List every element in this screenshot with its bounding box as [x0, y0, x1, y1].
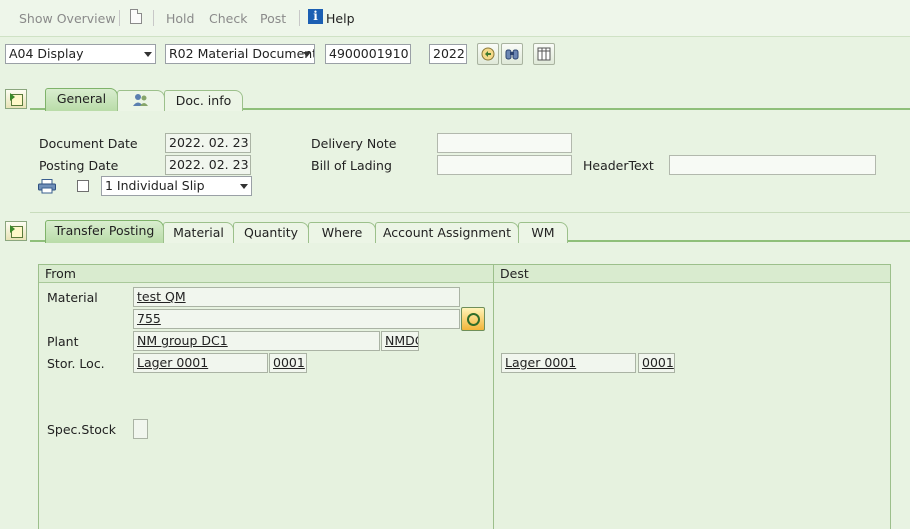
print-version-select[interactable]: 1 Individual Slip	[101, 176, 252, 196]
dest-section-title: Dest	[494, 265, 890, 283]
item-overview-button[interactable]	[533, 43, 555, 65]
dest-storage-location-code-value: 0001	[642, 355, 674, 370]
year-field[interactable]: 2022	[429, 44, 467, 64]
posting-date-value: 2022. 02. 23	[169, 157, 249, 172]
people-icon	[133, 94, 148, 106]
reference-select-value: R02 Material Document	[169, 46, 315, 61]
bill-of-lading-label: Bill of Lading	[311, 158, 392, 173]
document-date-label: Document Date	[39, 136, 138, 151]
tab-material[interactable]: Material	[163, 222, 234, 243]
plant-code-value: NMDC	[385, 333, 418, 348]
application-toolbar: Show Overview Hold Check Post i Help	[0, 0, 910, 37]
bill-of-lading-field[interactable]	[437, 155, 572, 175]
toolbar-separator	[299, 10, 300, 26]
material-label: Material	[47, 290, 98, 305]
special-stock-field[interactable]	[133, 419, 148, 439]
chevron-down-icon	[303, 52, 311, 57]
tab-general[interactable]: General	[45, 88, 118, 111]
check-button[interactable]: Check	[209, 11, 247, 26]
action-select[interactable]: A04 Display	[5, 44, 156, 64]
tab-doc-info[interactable]: Doc. info	[164, 90, 243, 111]
binoculars-icon	[505, 49, 519, 60]
year-value: 2022	[433, 46, 465, 61]
new-document-icon[interactable]	[130, 9, 142, 24]
print-version-value: 1 Individual Slip	[105, 178, 205, 193]
action-select-value: A04 Display	[9, 46, 84, 61]
show-overview-button[interactable]: Show Overview	[19, 11, 116, 26]
post-button[interactable]: Post	[260, 11, 286, 26]
dest-storage-location-code-field[interactable]: 0001	[638, 353, 675, 373]
collapse-item-pin-icon[interactable]	[5, 221, 27, 241]
material-number-value: 755	[137, 311, 161, 326]
from-section-title: From	[39, 265, 493, 283]
from-storage-location-code-field[interactable]: 0001	[269, 353, 307, 373]
dest-storage-location-name-value: Lager 0001	[505, 355, 577, 370]
dest-section	[493, 264, 891, 529]
printer-icon[interactable]	[38, 179, 56, 194]
header-text-field[interactable]	[669, 155, 876, 175]
special-stock-label: Spec.Stock	[47, 422, 117, 437]
posting-date-label: Posting Date	[39, 158, 119, 173]
header-panel-divider	[30, 212, 910, 213]
material-description-value: test QM	[137, 289, 186, 304]
tab-wm[interactable]: WM	[518, 222, 568, 243]
material-description-field[interactable]: test QM	[133, 287, 460, 307]
execute-button[interactable]	[477, 43, 499, 65]
from-storage-location-code-value: 0001	[273, 355, 305, 370]
tab-where[interactable]: Where	[308, 222, 376, 243]
plant-label: Plant	[47, 334, 79, 349]
plant-name-value: NM group DC1	[137, 333, 228, 348]
posting-date-field[interactable]: 2022. 02. 23	[165, 155, 251, 175]
chevron-down-icon	[144, 52, 152, 57]
delivery-note-field[interactable]	[437, 133, 572, 153]
execute-icon	[481, 47, 495, 61]
reference-select[interactable]: R02 Material Document	[165, 44, 315, 64]
plant-name-field[interactable]: NM group DC1	[133, 331, 380, 351]
document-date-field[interactable]: 2022. 02. 23	[165, 133, 251, 153]
table-icon	[537, 47, 551, 61]
tab-account-assignment[interactable]: Account Assignment	[375, 222, 519, 243]
collapse-header-pin-icon[interactable]	[5, 89, 27, 109]
document-number-field[interactable]: 4900001910	[325, 44, 411, 64]
delivery-note-label: Delivery Note	[311, 136, 397, 151]
hold-button[interactable]: Hold	[166, 11, 194, 26]
from-storage-location-name-value: Lager 0001	[137, 355, 209, 370]
chevron-down-icon	[240, 184, 248, 189]
header-text-label: HeaderText	[583, 158, 654, 173]
storage-location-label: Stor. Loc.	[47, 356, 105, 371]
tab-transfer-posting[interactable]: Transfer Posting	[45, 220, 164, 243]
info-icon[interactable]: i	[308, 9, 323, 24]
material-number-field[interactable]: 755	[133, 309, 460, 329]
tab-partner[interactable]	[117, 90, 165, 111]
dest-storage-location-name-field[interactable]: Lager 0001	[501, 353, 636, 373]
plant-code-field[interactable]: NMDC	[381, 331, 419, 351]
document-number-value: 4900001910	[329, 46, 409, 61]
toolbar-separator	[119, 10, 120, 26]
print-checkbox[interactable]	[77, 180, 89, 192]
find-button[interactable]	[501, 43, 523, 65]
tab-quantity[interactable]: Quantity	[233, 222, 309, 243]
document-date-value: 2022. 02. 23	[169, 135, 249, 150]
help-button[interactable]: Help	[326, 11, 355, 26]
toolbar-separator	[153, 10, 154, 26]
material-search-icon[interactable]	[461, 307, 485, 331]
from-storage-location-name-field[interactable]: Lager 0001	[133, 353, 268, 373]
